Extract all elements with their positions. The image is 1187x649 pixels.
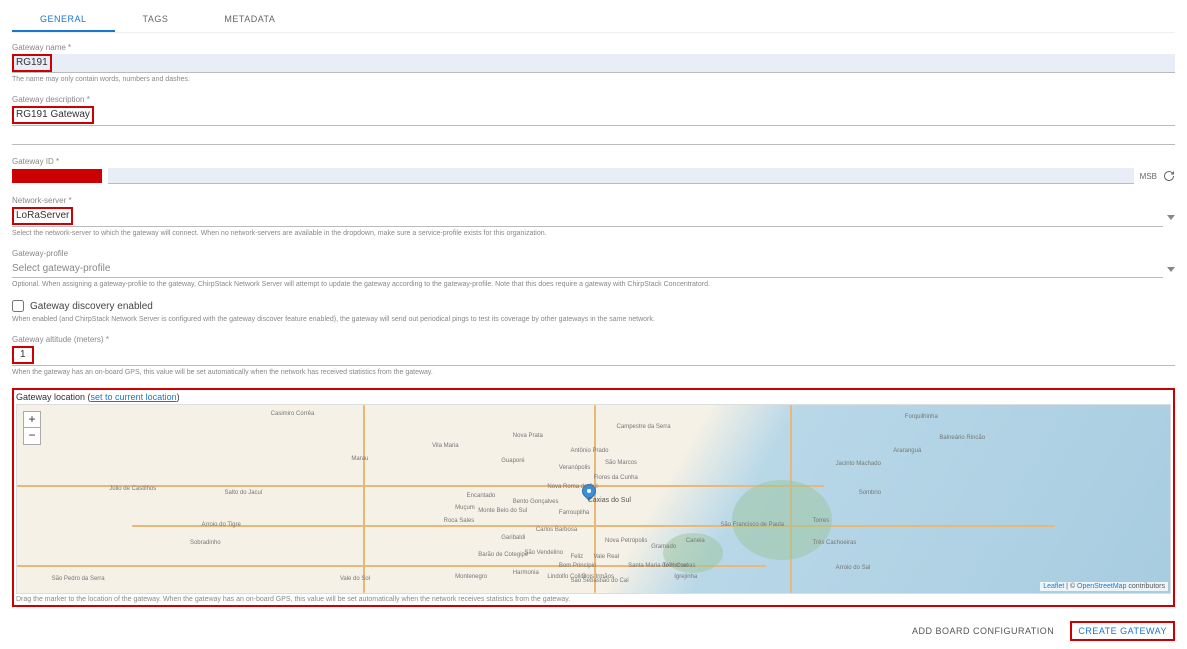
name-input[interactable]: RG191	[12, 54, 52, 72]
map-place: São Francisco de Paula	[720, 522, 784, 528]
map-place: Caxias do Sul	[588, 497, 631, 504]
map-place: Canela	[686, 538, 705, 544]
caret-down-icon[interactable]	[1167, 215, 1175, 220]
map-place: São Sebastião do Caí	[570, 578, 628, 584]
map-place: Nova Roma do Sul	[547, 484, 597, 490]
caret-down-icon[interactable]	[1167, 267, 1175, 272]
map-place: Montenegro	[455, 574, 487, 580]
location-title: Gateway location (set to current locatio…	[16, 392, 1171, 402]
label-profile: Gateway-profile	[12, 249, 1175, 258]
map-place: Salto do Jacuí	[225, 490, 263, 496]
label-description: Gateway description *	[12, 95, 1175, 104]
map-place: Torres	[813, 518, 830, 524]
map-place: São Vendelino	[524, 550, 563, 556]
network-select[interactable]: LoRaServer	[12, 207, 73, 225]
map-place: Casimiro Corrêa	[271, 411, 315, 417]
zoom-controls: + −	[23, 411, 41, 445]
map-place: Guaporé	[501, 458, 524, 464]
label-network: Network-server *	[12, 196, 1175, 205]
map-place: Arroio do Sal	[836, 565, 871, 571]
id-input[interactable]	[12, 169, 102, 183]
map-place: Bom Princípio	[559, 563, 596, 569]
map-place: São Pedro da Serra	[52, 576, 105, 582]
zoom-out-button[interactable]: −	[24, 428, 40, 444]
map-place: Vila Maria	[432, 443, 459, 449]
map-place: Bento Gonçalves	[513, 499, 559, 505]
map-place: Garibaldi	[501, 535, 525, 541]
create-gateway-button[interactable]: CREATE GATEWAY	[1070, 621, 1175, 641]
map-place: Muçum	[455, 505, 475, 511]
map-place: Campestre da Serra	[617, 424, 671, 430]
osm-link[interactable]: OpenStreetMap	[1077, 583, 1126, 590]
map-place: Nova Prata	[513, 433, 543, 439]
tab-metadata[interactable]: METADATA	[196, 8, 303, 32]
map-place: Três Cachoeiras	[813, 540, 857, 546]
msb-toggle[interactable]: MSB	[1140, 172, 1157, 181]
map-place: Arroio do Tigre	[201, 522, 240, 528]
label-id: Gateway ID *	[12, 157, 1175, 166]
map-place: Gramado	[651, 544, 676, 550]
map-place: Santa Maria do Herval	[628, 563, 688, 569]
help-name: The name may only contain words, numbers…	[12, 76, 1175, 83]
map-place: Igrejinha	[674, 574, 697, 580]
map-place: Marau	[351, 456, 368, 462]
discovery-checkbox[interactable]	[12, 300, 24, 312]
leaflet-link[interactable]: Leaflet	[1043, 583, 1064, 590]
altitude-input[interactable]: 1	[12, 346, 34, 364]
map-place: Flores da Cunha	[594, 475, 638, 481]
help-altitude: When the gateway has an on-board GPS, th…	[12, 369, 1175, 376]
map-place: Antônio Prado	[570, 448, 608, 454]
map-place: Feliz	[570, 554, 583, 560]
refresh-icon[interactable]	[1163, 170, 1175, 182]
map-place: Balneário Rincão	[939, 435, 985, 441]
map-place: Monte Belo do Sul	[478, 508, 527, 514]
map-place: Encantado	[467, 493, 496, 499]
map-place: Forquilhinha	[905, 414, 938, 420]
description-input[interactable]: RG191 Gateway	[12, 106, 94, 124]
map-place: Sombrio	[859, 490, 881, 496]
map-place: Nova Petrópolis	[605, 538, 647, 544]
profile-select[interactable]: Select gateway-profile	[12, 260, 1163, 278]
map-place: Barão de Cotegipe	[478, 552, 528, 558]
map-place: Sobradinho	[190, 540, 221, 546]
map-place: Carlos Barbosa	[536, 527, 577, 533]
map-place: São Marcos	[605, 460, 637, 466]
label-altitude: Gateway altitude (meters) *	[12, 335, 1175, 344]
help-discovery: When enabled (and ChirpStack Network Ser…	[12, 316, 1175, 323]
help-location: Drag the marker to the location of the g…	[16, 596, 1171, 603]
map-place: Veranópolis	[559, 465, 590, 471]
add-board-button[interactable]: ADD BOARD CONFIGURATION	[904, 621, 1062, 641]
map-place: Jacinto Machado	[836, 461, 881, 467]
map-place: Araranguá	[893, 448, 921, 454]
map-place: Roca Sales	[444, 518, 475, 524]
tabs-bar: GENERAL TAGS METADATA	[12, 8, 1175, 33]
map-place: Vale Real	[594, 554, 620, 560]
tab-general[interactable]: GENERAL	[12, 8, 115, 32]
tab-tags[interactable]: TAGS	[115, 8, 197, 32]
map[interactable]: + − Caxias do Sul Bento Gonçalves Farrou…	[16, 404, 1171, 594]
map-place: Harmonia	[513, 570, 539, 576]
map-attribution: Leaflet | © OpenStreetMap contributors	[1040, 582, 1168, 591]
map-place: Vale do Sol	[340, 576, 370, 582]
map-place: Farroupilha	[559, 510, 589, 516]
location-section: Gateway location (set to current locatio…	[12, 388, 1175, 607]
discovery-label: Gateway discovery enabled	[30, 301, 153, 312]
help-profile: Optional. When assigning a gateway-profi…	[12, 281, 1175, 288]
label-name: Gateway name *	[12, 43, 1175, 52]
set-location-link[interactable]: set to current location	[91, 392, 177, 402]
help-network: Select the network-server to which the g…	[12, 230, 1175, 237]
zoom-in-button[interactable]: +	[24, 412, 40, 428]
map-place: Júlio de Castilhos	[109, 486, 156, 492]
